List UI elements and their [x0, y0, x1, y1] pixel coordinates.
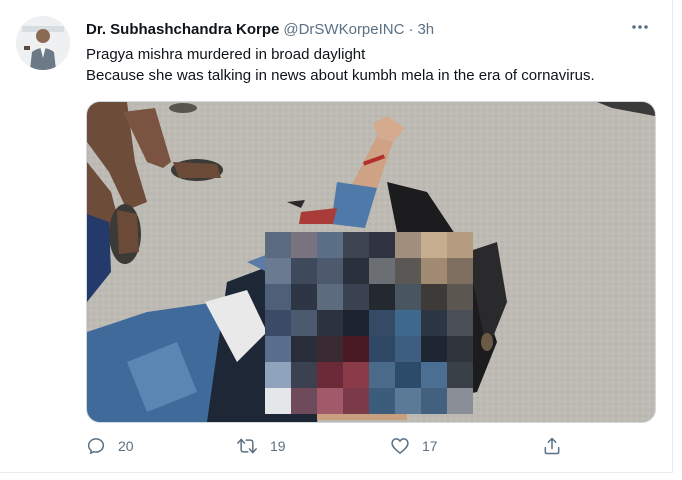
- tweet-text-line: Pragya mishra murdered in broad daylight: [86, 46, 366, 63]
- avatar[interactable]: [16, 16, 70, 70]
- retweet-icon: [237, 438, 257, 454]
- tweet-photo[interactable]: [86, 101, 656, 423]
- tweet-header: Dr. Subhashchandra Korpe @DrSWKorpeINC ·…: [86, 18, 632, 40]
- like-button[interactable]: 17: [390, 432, 438, 460]
- tweet-text: Pragya mishra murdered in broad daylight…: [86, 44, 656, 86]
- more-options-button[interactable]: [628, 17, 652, 37]
- like-count: 17: [422, 438, 438, 454]
- reply-count: 20: [118, 438, 134, 454]
- pixelated-mosaic: [265, 232, 473, 414]
- retweet-button[interactable]: 19: [236, 432, 286, 460]
- retweet-count: 19: [270, 438, 286, 454]
- reply-icon: [87, 438, 105, 454]
- share-icon: [544, 437, 560, 455]
- tweet-card[interactable]: Dr. Subhashchandra Korpe @DrSWKorpeINC ·…: [0, 0, 673, 473]
- tweet-actions: 20 19 17: [86, 432, 566, 460]
- author-handle[interactable]: @DrSWKorpeINC: [283, 21, 404, 38]
- share-button[interactable]: [542, 432, 562, 460]
- more-horizontal-icon: [632, 25, 648, 29]
- reply-button[interactable]: 20: [86, 432, 134, 460]
- author-display-name[interactable]: Dr. Subhashchandra Korpe: [86, 21, 279, 38]
- heart-icon: [391, 438, 409, 454]
- tweet-timestamp[interactable]: 3h: [417, 21, 434, 38]
- tweet-text-line: Because she was talking in news about ku…: [86, 67, 595, 84]
- header-separator: ·: [408, 20, 414, 38]
